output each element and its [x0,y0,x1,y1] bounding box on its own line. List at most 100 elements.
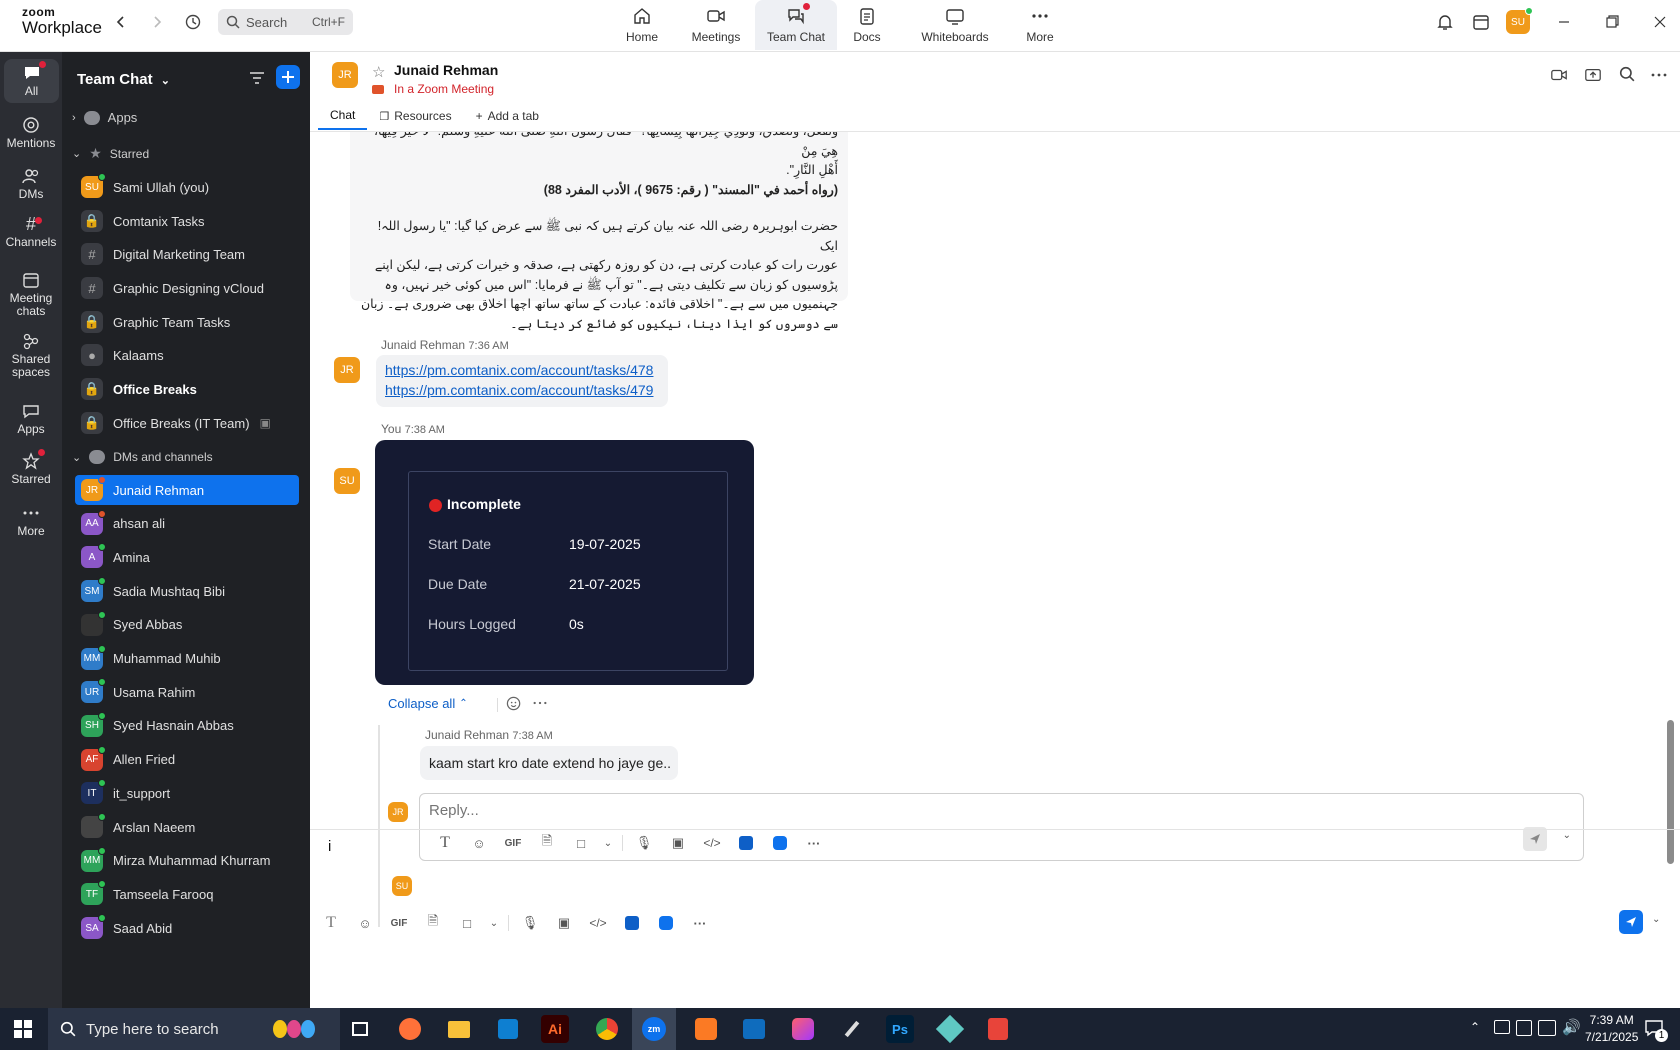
history-icon[interactable] [182,11,204,33]
rail-item-shared-spaces[interactable]: Shared spaces [0,332,62,379]
message-bubble-urdu[interactable]: وَتَفْعَلُ، وَتَصَدَّقُ، وَتُؤْذِي جِيرَ… [350,132,848,331]
task-link-479[interactable]: https://pm.comtanix.com/account/tasks/47… [385,380,653,400]
sidebar-item-sami-ullah[interactable]: SU Sami Ullah (you) [75,172,299,202]
rail-item-channels[interactable]: # Channels [0,215,62,249]
tab-add-a-tab[interactable]: + Add a tab [464,108,551,130]
app-gem-icon[interactable] [934,1014,966,1044]
reply-bubble[interactable]: kaam start kro date extend ho jaye ge.. [420,746,678,780]
screenshot-icon[interactable]: □ [454,910,480,936]
video-call-icon[interactable] [1550,66,1568,84]
tab-whiteboards[interactable]: Whiteboards [915,0,995,50]
task-link-478[interactable]: https://pm.comtanix.com/account/tasks/47… [385,360,653,380]
sidebar-item-digital-marketing-team[interactable]: # Digital Marketing Team [75,239,299,269]
sidebar-dm-sadia-mushtaq-bibi[interactable]: SM Sadia Mushtaq Bibi [75,576,299,606]
back-arrow-icon[interactable] [110,11,132,33]
rail-item-starred[interactable]: Starred [0,449,62,486]
rail-item-dms[interactable]: DMs [0,167,62,201]
sidebar-dm-it-support[interactable]: IT it_support [75,778,299,808]
maximize-icon[interactable] [1601,11,1623,33]
tray-zoom-icon[interactable] [1516,1020,1532,1036]
sidebar-dm-mirza-muhammad-khurram[interactable]: MM Mirza Muhammad Khurram [75,846,299,876]
sidebar-dm-ahsan-ali[interactable]: AA ahsan ali [75,509,299,539]
tab-resources[interactable]: ❐ Resources [367,108,463,130]
new-chat-button[interactable] [276,65,300,89]
chrome-icon[interactable] [591,1014,623,1044]
message-input-area[interactable] [328,838,1658,908]
rail-item-apps[interactable]: Apps [0,402,62,436]
sidebar-dm-muhammad-muhib[interactable]: MM Muhammad Muhib [75,644,299,674]
message-scrollbar[interactable] [1667,720,1674,864]
firefox-icon[interactable] [394,1014,426,1044]
chat-avatar[interactable]: JR [332,62,358,88]
gif-icon[interactable]: GIF [386,910,412,936]
search-box[interactable]: Search Ctrl+F [218,9,353,35]
video-message-icon[interactable]: ▣ [551,910,577,936]
tab-team-chat[interactable]: Team Chat [755,0,837,50]
user-avatar[interactable]: SU [1506,7,1533,34]
app-icon-blue-2[interactable] [653,910,679,936]
sidebar-item-kalaams[interactable]: ● Kalaams [75,340,299,370]
sidebar-item-comtanix-tasks[interactable]: 🔒 Comtanix Tasks [75,206,299,236]
star-outline-icon[interactable]: ☆ [372,63,385,81]
section-dms-and-channels[interactable]: ⌄ DMs and channels [72,450,213,464]
sidebar-dm-tamseela-farooq[interactable]: TF Tamseela Farooq [75,879,299,909]
windows-start-icon[interactable] [14,1020,32,1038]
rail-item-meeting-chats[interactable]: Meeting chats [0,271,62,318]
send-button[interactable] [1619,910,1643,934]
sidebar-title[interactable]: Team Chat ⌄ [77,71,170,88]
search-icon[interactable] [1619,66,1635,82]
sidebar-item-graphic-designing-vcloud[interactable]: # Graphic Designing vCloud [75,273,299,303]
tab-chat[interactable]: Chat [318,108,368,130]
creative-cloud-icon[interactable] [787,1014,819,1044]
zoom-taskbar-icon[interactable]: zm [632,1008,676,1050]
rail-item-more[interactable]: More [0,504,62,538]
clock[interactable]: 7:39 AM 7/21/2025 [1585,1012,1638,1046]
avatar[interactable]: JR [388,802,408,822]
share-screen-icon[interactable] [1584,66,1602,84]
sidebar-item-office-breaks[interactable]: 🔒 Office Breaks [75,374,299,404]
sidebar-dm-allen-fried[interactable]: AF Allen Fried [75,745,299,775]
sidebar-item-graphic-team-tasks[interactable]: 🔒 Graphic Team Tasks [75,307,299,337]
avatar[interactable]: JR [334,357,360,383]
photoshop-icon[interactable]: Ps [886,1015,914,1043]
sidebar-dm-usama-rahim[interactable]: UR Usama Rahim [75,677,299,707]
tab-meetings[interactable]: Meetings [679,0,753,50]
notifications-bell-icon[interactable] [1434,11,1456,33]
git-app-icon[interactable] [982,1014,1014,1044]
vscode-icon[interactable] [492,1014,524,1044]
xampp-icon[interactable] [690,1014,722,1044]
notifications-icon[interactable]: 1 [1644,1018,1668,1042]
outlook-icon[interactable] [738,1014,770,1044]
app-icon-blue-1[interactable] [619,910,645,936]
code-snippet-icon[interactable]: </> [585,910,611,936]
collapse-all-button[interactable]: Collapse all ⌃ [388,696,468,711]
file-icon[interactable]: 🗎 [420,910,446,936]
sidebar-dm-junaid-rehman[interactable]: JR Junaid Rehman [75,475,299,505]
sidebar-dm-amina[interactable]: A Amina [75,542,299,572]
sidebar-dm-saad-abid[interactable]: SA Saad Abid [75,913,299,943]
sidebar-dm-syed-hasnain-abbas[interactable]: SH Syed Hasnain Abbas [75,711,299,741]
tab-docs[interactable]: Docs [830,0,904,50]
rail-item-mentions[interactable]: Mentions [0,116,62,150]
add-reaction-icon[interactable] [506,695,523,712]
chevron-down-icon[interactable]: ⌄ [488,910,500,936]
more-dots-icon[interactable]: ··· [687,910,713,936]
minimize-icon[interactable] [1553,11,1575,33]
more-options-icon[interactable] [532,695,548,711]
volume-icon[interactable]: 🔊 [1562,1018,1581,1036]
close-icon[interactable] [1649,11,1671,33]
tab-more[interactable]: More [1003,0,1077,50]
chat-title[interactable]: Junaid Rehman [394,62,498,78]
filter-icon[interactable] [248,69,266,87]
sidebar-item-office-breaks-it-team[interactable]: 🔒 Office Breaks (IT Team) ▣ [75,408,299,438]
file-explorer-icon[interactable] [443,1014,475,1044]
task-status-card[interactable]: Incomplete Start Date 19-07-2025 Due Dat… [375,440,754,685]
show-hidden-icons-chevron-icon[interactable]: ⌃ [1470,1020,1480,1034]
microphone-icon[interactable]: 🎙 [517,910,543,936]
sidebar-dm-syed-abbas[interactable]: Syed Abbas [75,610,299,640]
balloons-widget-icon[interactable] [264,1012,324,1046]
emoji-icon[interactable]: ☺ [352,910,378,936]
rail-item-all[interactable]: All [4,59,59,103]
calendar-icon[interactable] [1470,11,1492,33]
text-format-icon[interactable]: T [318,910,344,936]
